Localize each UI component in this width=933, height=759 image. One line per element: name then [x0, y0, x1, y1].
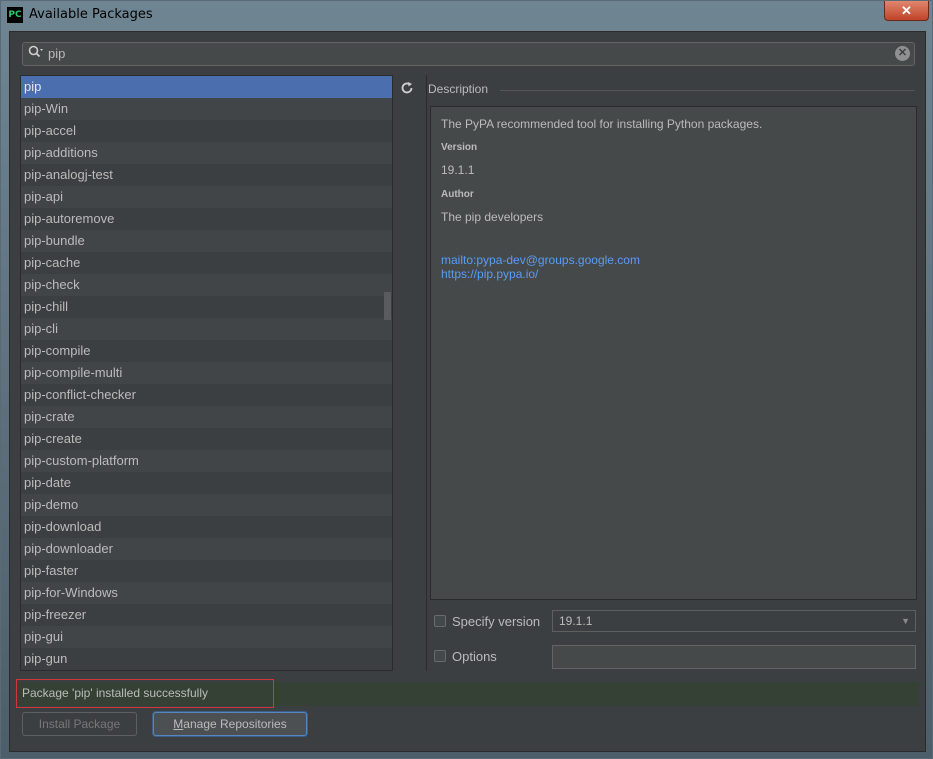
- package-list-item[interactable]: pip-cache: [21, 252, 392, 274]
- email-link[interactable]: mailto:pypa-dev@groups.google.com: [441, 253, 640, 267]
- package-list-item[interactable]: pip-Win: [21, 98, 392, 120]
- close-button[interactable]: ✕: [884, 1, 929, 21]
- splitter[interactable]: [426, 75, 427, 671]
- package-list-item[interactable]: pip-conflict-checker: [21, 384, 392, 406]
- package-summary: The PyPA recommended tool for installing…: [441, 117, 763, 131]
- options-checkbox[interactable]: [434, 650, 446, 662]
- search-icon: [28, 45, 44, 63]
- version-select-value: 19.1.1: [559, 614, 593, 628]
- package-list-item[interactable]: pip-autoremove: [21, 208, 392, 230]
- package-list-item[interactable]: pip-accel: [21, 120, 392, 142]
- version-value: 19.1.1: [441, 163, 475, 177]
- package-list-item[interactable]: pip-custom-platform: [21, 450, 392, 472]
- package-list-item[interactable]: pip-bundle: [21, 230, 392, 252]
- package-list-item[interactable]: pip-for-Windows: [21, 582, 392, 604]
- dialog-window: PC Available Packages ✕ pip ✕ pip pip-Win…: [0, 0, 933, 759]
- description-header-divider: [500, 90, 915, 91]
- description-panel: The PyPA recommended tool for installing…: [430, 106, 917, 600]
- package-list-item[interactable]: pip-date: [21, 472, 392, 494]
- list-scrollbar-thumb[interactable]: [384, 292, 391, 320]
- dialog-content: pip ✕ pip pip-Win pip-accel pip-additions pi…: [9, 31, 926, 752]
- clear-search-icon[interactable]: ✕: [895, 46, 910, 61]
- package-list-item[interactable]: pip: [21, 76, 392, 98]
- manage-repositories-button[interactable]: Manage Repositories: [153, 712, 307, 736]
- author-value: The pip developers: [441, 210, 544, 224]
- options-input[interactable]: [552, 645, 916, 669]
- package-list-item[interactable]: pip-gun: [21, 648, 392, 670]
- package-list-item[interactable]: pip-api: [21, 186, 392, 208]
- package-list-item[interactable]: pip-additions: [21, 142, 392, 164]
- package-list[interactable]: pip pip-Win pip-accel pip-additions pip-anal…: [20, 75, 393, 671]
- package-list-item[interactable]: pip-analogj-test: [21, 164, 392, 186]
- manage-button-label: anage Repositories: [183, 717, 287, 731]
- package-list-item[interactable]: pip-chill: [21, 296, 392, 318]
- package-list-item[interactable]: pip-download: [21, 516, 392, 538]
- package-list-item[interactable]: pip-gui: [21, 626, 392, 648]
- title-bar[interactable]: PC Available Packages ✕: [1, 1, 932, 31]
- package-list-item[interactable]: pip-downloader: [21, 538, 392, 560]
- package-list-item[interactable]: pip-create: [21, 428, 392, 450]
- package-list-item[interactable]: pip-cli: [21, 318, 392, 340]
- package-list-item[interactable]: pip-freezer: [21, 604, 392, 626]
- homepage-link[interactable]: https://pip.pypa.io/: [441, 267, 538, 281]
- package-list-item[interactable]: pip-compile-multi: [21, 362, 392, 384]
- pycharm-app-icon: PC: [7, 7, 23, 23]
- status-bar: Package 'pip' installed successfully: [16, 679, 919, 708]
- version-select[interactable]: 19.1.1 ▼: [552, 610, 916, 632]
- refresh-icon[interactable]: [400, 81, 414, 95]
- package-list-item[interactable]: pip-compile: [21, 340, 392, 362]
- author-label: Author: [441, 189, 474, 200]
- package-list-item[interactable]: pip-faster: [21, 560, 392, 582]
- status-message: Package 'pip' installed successfully: [22, 686, 209, 700]
- install-package-button[interactable]: Install Package: [22, 712, 137, 736]
- search-input[interactable]: pip: [48, 46, 65, 62]
- chevron-down-icon: ▼: [901, 616, 910, 626]
- description-header: Description: [428, 82, 489, 96]
- package-list-item[interactable]: pip-crate: [21, 406, 392, 428]
- search-field[interactable]: pip ✕: [22, 42, 915, 66]
- specify-version-checkbox[interactable]: [434, 615, 446, 627]
- window-title: Available Packages: [29, 7, 153, 22]
- package-list-item[interactable]: pip-check: [21, 274, 392, 296]
- version-label: Version: [441, 142, 478, 153]
- options-label: Options: [452, 649, 497, 664]
- package-list-item[interactable]: pip-demo: [21, 494, 392, 516]
- specify-version-label: Specify version: [452, 614, 541, 629]
